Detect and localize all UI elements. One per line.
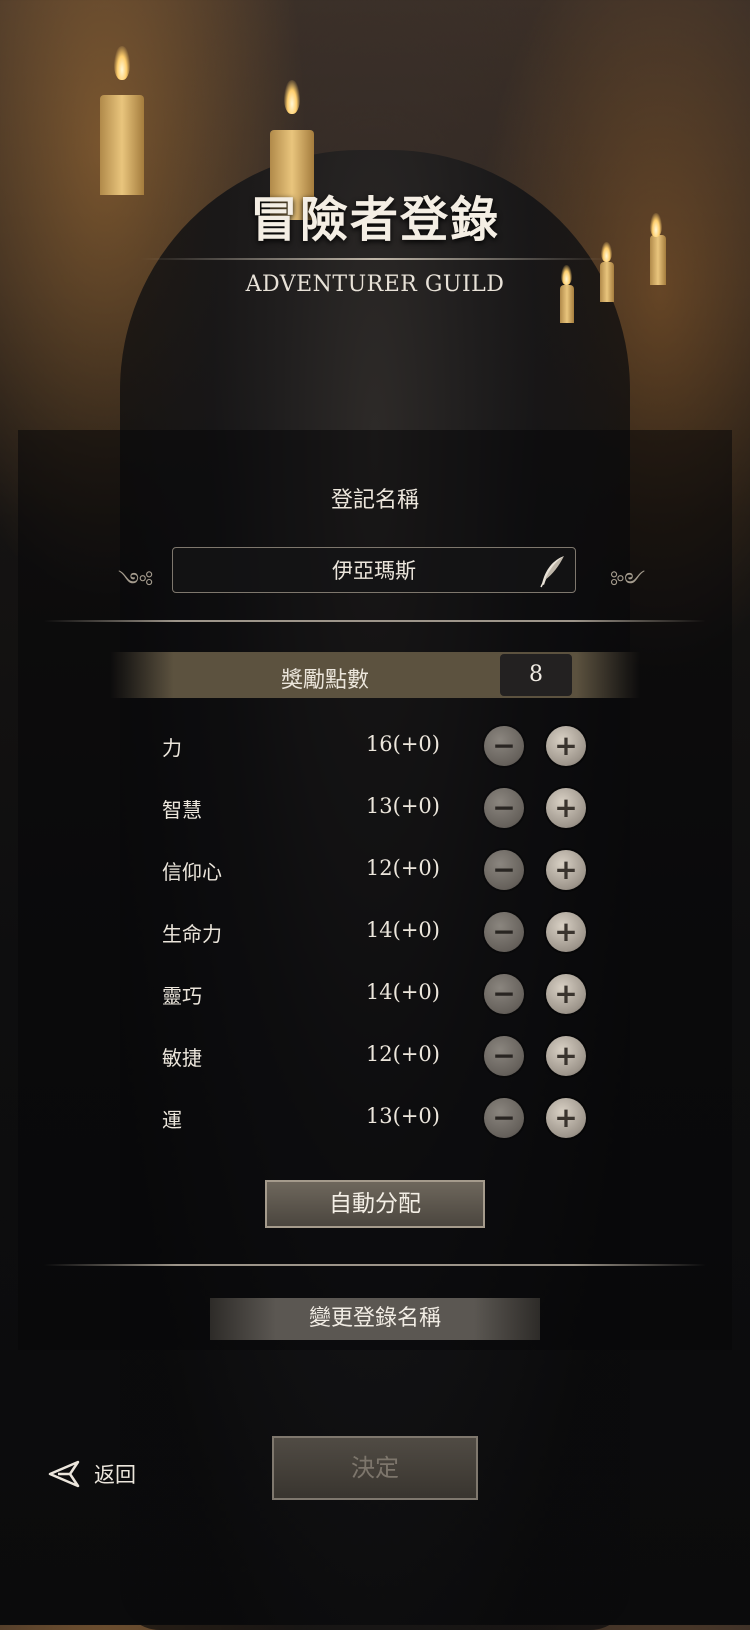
back-label: 返回 <box>94 1463 136 1487</box>
stat-row-vitality: 生命力 14(+0) − + <box>0 906 750 956</box>
minus-icon: − <box>492 977 516 1010</box>
stat-name: 靈巧 <box>162 984 202 1008</box>
agility-decrease-button[interactable]: − <box>484 1036 524 1076</box>
minus-icon: − <box>492 1101 516 1134</box>
piety-decrease-button[interactable]: − <box>484 850 524 890</box>
stat-row-piety: 信仰心 12(+0) − + <box>0 844 750 894</box>
registered-name-value: 伊亞瑪斯 <box>332 559 416 583</box>
auto-assign-button[interactable]: 自動分配 <box>265 1180 485 1228</box>
dexterity-decrease-button[interactable]: − <box>484 974 524 1014</box>
stat-row-strength: 力 16(+0) − + <box>0 720 750 770</box>
stat-name: 敏捷 <box>162 1046 202 1070</box>
back-button[interactable]: 返回 <box>48 1456 136 1492</box>
vitality-increase-button[interactable]: + <box>546 912 586 952</box>
change-name-button[interactable]: 變更登錄名稱 <box>210 1298 540 1340</box>
minus-icon: − <box>492 1039 516 1072</box>
back-arrow-icon <box>48 1460 80 1488</box>
vitality-decrease-button[interactable]: − <box>484 912 524 952</box>
plus-icon: + <box>554 1101 578 1134</box>
page-subtitle: ADVENTURER GUILD <box>245 272 505 297</box>
confirm-button[interactable]: 決定 <box>272 1436 478 1500</box>
stat-value: 16(+0) <box>365 732 440 756</box>
strength-increase-button[interactable]: + <box>546 726 586 766</box>
stat-value: 14(+0) <box>365 918 440 942</box>
plus-icon: + <box>554 977 578 1010</box>
plus-icon: + <box>554 791 578 824</box>
quill-icon[interactable] <box>537 554 567 588</box>
stat-name: 力 <box>162 736 182 760</box>
stat-name: 生命力 <box>162 922 222 946</box>
section-divider-bottom <box>44 1264 706 1266</box>
stat-value: 14(+0) <box>365 980 440 1004</box>
piety-increase-button[interactable]: + <box>546 850 586 890</box>
luck-increase-button[interactable]: + <box>546 1098 586 1138</box>
intelligence-increase-button[interactable]: + <box>546 788 586 828</box>
stat-value: 12(+0) <box>365 1042 440 1066</box>
plus-icon: + <box>554 729 578 762</box>
stat-row-dexterity: 靈巧 14(+0) − + <box>0 968 750 1018</box>
intelligence-decrease-button[interactable]: − <box>484 788 524 828</box>
stat-row-agility: 敏捷 12(+0) − + <box>0 1030 750 1080</box>
stat-name: 運 <box>162 1108 182 1132</box>
bonus-points-value: 8 <box>500 654 572 696</box>
luck-decrease-button[interactable]: − <box>484 1098 524 1138</box>
stat-name: 信仰心 <box>162 860 222 884</box>
bonus-points-label: 獎勵點數 <box>280 668 369 693</box>
name-section-label: 登記名稱 <box>330 488 419 513</box>
title-divider <box>140 258 610 260</box>
right-scroll-ornament-icon: ༻ <box>610 569 646 594</box>
minus-icon: − <box>492 791 516 824</box>
minus-icon: − <box>492 853 516 886</box>
minus-icon: − <box>492 915 516 948</box>
plus-icon: + <box>554 915 578 948</box>
stat-row-intelligence: 智慧 13(+0) − + <box>0 782 750 832</box>
section-divider-top <box>44 620 706 622</box>
left-scroll-ornament-icon: ༺ <box>118 569 154 594</box>
minus-icon: − <box>492 729 516 762</box>
registered-name-field[interactable]: 伊亞瑪斯 <box>172 547 576 593</box>
page-title: 冒險者登錄 <box>249 192 500 248</box>
plus-icon: + <box>554 853 578 886</box>
stat-value: 12(+0) <box>365 856 440 880</box>
stat-row-luck: 運 13(+0) − + <box>0 1092 750 1142</box>
agility-increase-button[interactable]: + <box>546 1036 586 1076</box>
plus-icon: + <box>554 1039 578 1072</box>
stat-value: 13(+0) <box>365 794 440 818</box>
strength-decrease-button[interactable]: − <box>484 726 524 766</box>
dexterity-increase-button[interactable]: + <box>546 974 586 1014</box>
stat-name: 智慧 <box>162 798 202 822</box>
stat-value: 13(+0) <box>365 1104 440 1128</box>
